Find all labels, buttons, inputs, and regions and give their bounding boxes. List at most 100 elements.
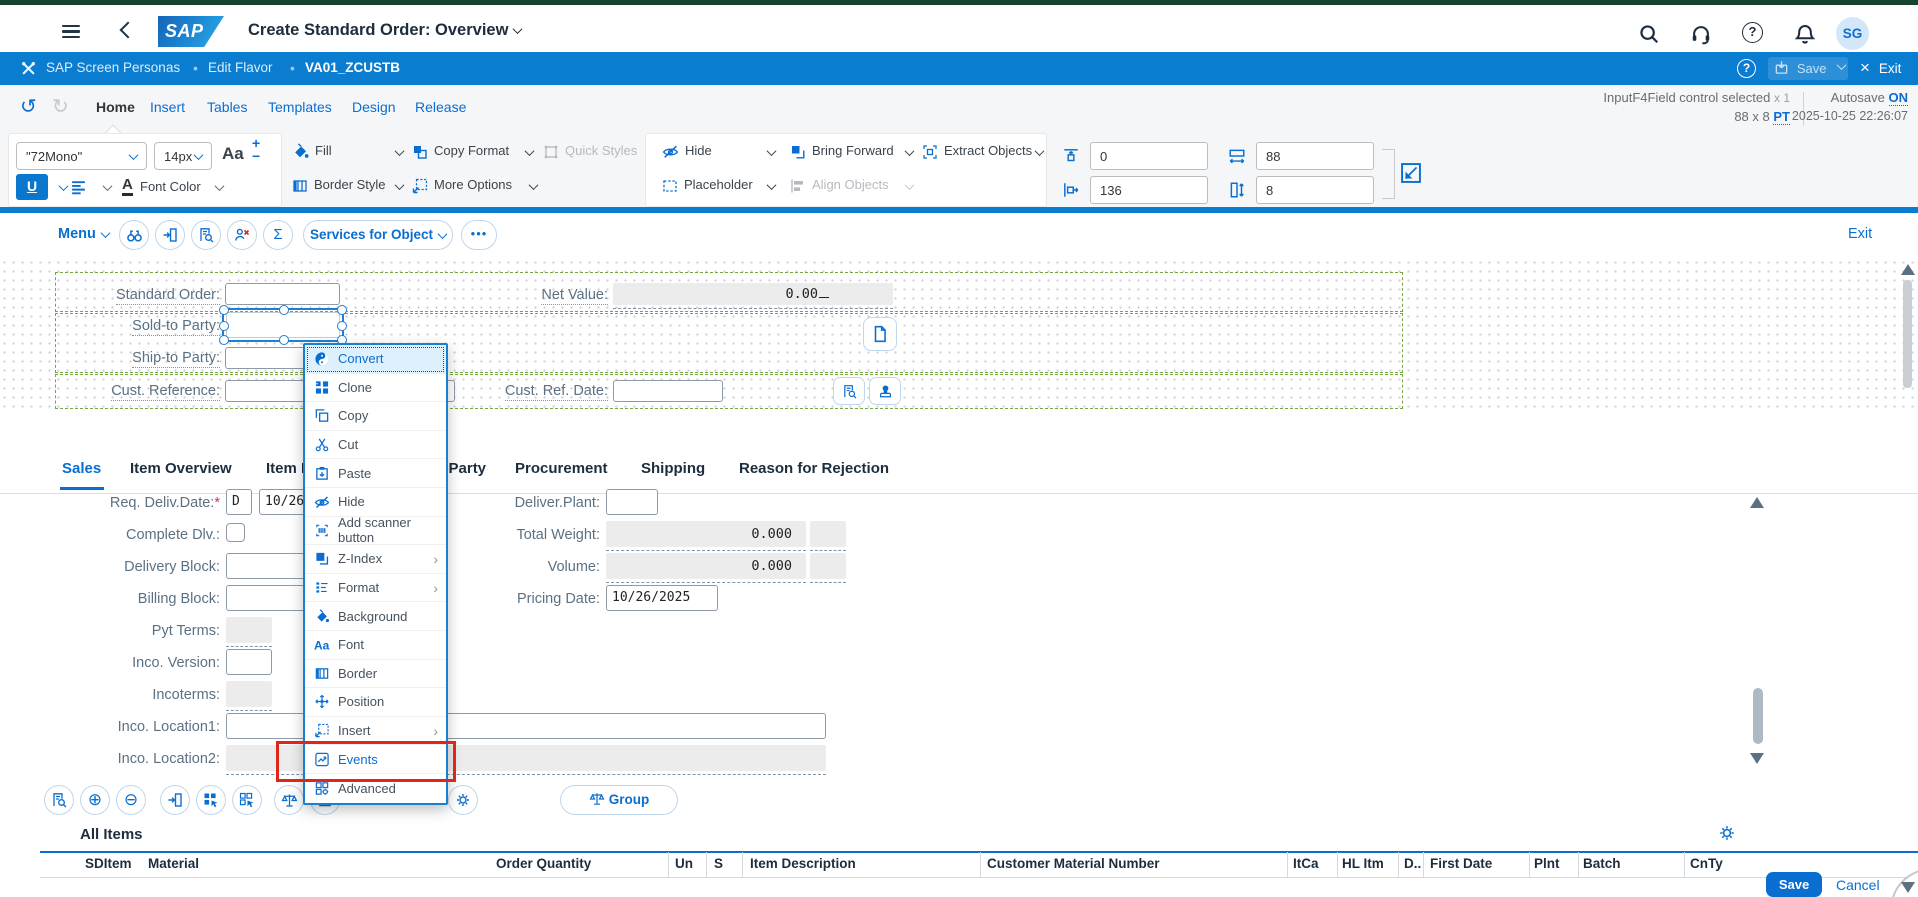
menu-item-advanced[interactable]: Advanced [305,774,446,803]
page-scrollbar-thumb[interactable] [1903,280,1912,388]
menu-item-border[interactable]: Border [305,660,446,689]
font-color-label[interactable]: Font Color [140,179,201,194]
menu-button[interactable]: Menu [58,226,111,242]
selection-handle[interactable] [279,335,289,345]
col-plnt[interactable]: Plnt [1534,856,1560,871]
deselect-all-button[interactable] [232,785,262,815]
complete-dlv-checkbox[interactable] [226,523,245,542]
save-as-button[interactable] [155,220,185,250]
autosave-toggle[interactable]: ON [1888,90,1908,106]
personas-exit-button[interactable]: × Exit [1860,58,1901,78]
ribbon-tab-insert[interactable]: Insert [150,99,185,115]
group-button[interactable]: Group [560,785,678,815]
stamp-button[interactable] [869,377,901,405]
copy-document-button[interactable] [863,317,897,351]
selection-handle[interactable] [219,335,229,345]
menu-item-insert[interactable]: Insert › [305,717,446,746]
more-options-button[interactable]: More Options [412,177,512,194]
underline-button[interactable]: U [16,174,48,200]
menu-item-paste[interactable]: Paste [305,459,446,488]
fill-button[interactable]: Fill [292,143,332,160]
selection-handle[interactable] [337,305,347,315]
menu-item-background[interactable]: Background [305,602,446,631]
selection-handle[interactable] [219,321,229,331]
selection-handle[interactable] [279,305,289,315]
ribbon-tab-tables[interactable]: Tables [207,99,247,115]
aspect-ratio-icon[interactable] [1400,162,1422,184]
menu-item-convert[interactable]: Convert [305,345,446,374]
undo-icon[interactable]: ↺ [20,94,37,119]
tab-procurement[interactable]: Procurement [515,460,608,477]
col-s[interactable]: S [714,856,723,871]
col-first-date[interactable]: First Date [1430,856,1492,871]
item-settings-button[interactable] [448,785,478,815]
notifications-bell-icon[interactable] [1794,23,1816,45]
item-detail-button[interactable] [44,785,74,815]
menu-item-position[interactable]: Position [305,688,446,717]
propose-items-button[interactable] [160,785,190,815]
table-settings-gear-icon[interactable] [1718,824,1736,842]
find-button[interactable] [119,220,149,250]
services-for-object-button[interactable]: Services for Object [303,220,453,250]
menu-item-font[interactable]: Font [305,631,446,660]
help-icon[interactable]: ? [1742,22,1763,43]
font-family-select[interactable]: "72Mono" [16,142,147,170]
save-dropdown-chevron-icon[interactable] [1836,59,1847,70]
menu-item-events[interactable]: Events [305,745,446,774]
date-type-input[interactable]: D [226,489,252,515]
bring-forward-button[interactable]: Bring Forward [790,143,894,160]
page-title[interactable]: Create Standard Order: Overview [248,21,523,40]
personas-help-icon[interactable]: ? [1737,59,1756,78]
menu-item-hide[interactable]: Hide [305,488,446,517]
hide-button[interactable]: Hide [662,143,712,160]
cust-ref-date-input[interactable] [613,380,723,402]
extract-objects-button[interactable]: Extract Objects [922,143,1032,160]
font-color-a-icon[interactable]: A [122,176,133,196]
select-all-button[interactable] [196,785,226,815]
tab-reason-for-rejection[interactable]: Reason for Rejection [739,460,889,477]
display-doc-header-button[interactable] [833,377,865,405]
col-cnty[interactable]: CnTy [1690,856,1723,871]
form-scrollbar-thumb[interactable] [1753,688,1763,744]
pricing-date-input[interactable]: 10/26/2025 [606,585,718,611]
col-hl-itm[interactable]: HL Itm [1342,856,1384,871]
menu-item-z-index[interactable]: Z-Index › [305,545,446,574]
support-headset-icon[interactable] [1690,23,1712,45]
menu-item-copy[interactable]: Copy [305,402,446,431]
selection-handle[interactable] [337,321,347,331]
menu-item-clone[interactable]: Clone [305,374,446,403]
col-order-quantity[interactable]: Order Quantity [496,856,591,871]
menu-item-format[interactable]: Format › [305,574,446,603]
placeholder-button[interactable]: Placeholder [662,177,753,194]
ribbon-tab-home[interactable]: Home [96,99,135,115]
menu-item-add-scanner-button[interactable]: Add scanner button [305,515,446,545]
position-left-input[interactable]: 136 [1090,176,1208,204]
col-batch[interactable]: Batch [1583,856,1621,871]
delete-item-button[interactable]: ⊖ [116,785,146,815]
scroll-down-icon[interactable] [1750,753,1764,764]
batch-split-button[interactable] [274,785,304,815]
back-icon[interactable] [119,21,137,39]
ribbon-tab-templates[interactable]: Templates [268,99,332,115]
align-text-icon[interactable] [70,179,87,196]
font-case-button[interactable]: Aa [222,144,244,164]
size-width-input[interactable]: 88 [1256,142,1374,170]
avatar[interactable]: SG [1836,17,1869,50]
ribbon-tab-release[interactable]: Release [415,99,466,115]
border-style-button[interactable]: Border Style [292,177,386,194]
delete-partner-button[interactable] [227,220,257,250]
search-icon[interactable] [1638,23,1660,45]
font-size-select[interactable]: 14px [154,142,212,170]
footer-cancel-button[interactable]: Cancel [1836,877,1880,893]
copy-format-button[interactable]: Copy Format [412,143,509,160]
menu-item-cut[interactable]: Cut [305,431,446,460]
col-material[interactable]: Material [148,856,199,871]
position-top-input[interactable]: 0 [1090,142,1208,170]
page-scroll-up-icon[interactable] [1901,264,1915,275]
tab-item-overview[interactable]: Item Overview [130,460,232,477]
font-size-stepper[interactable]: + − [252,136,260,163]
deliver-plant-input[interactable] [606,489,658,515]
col-itca[interactable]: ItCa [1293,856,1319,871]
more-functions-button[interactable]: ••• [461,220,497,250]
inco-version-input[interactable] [226,649,272,675]
